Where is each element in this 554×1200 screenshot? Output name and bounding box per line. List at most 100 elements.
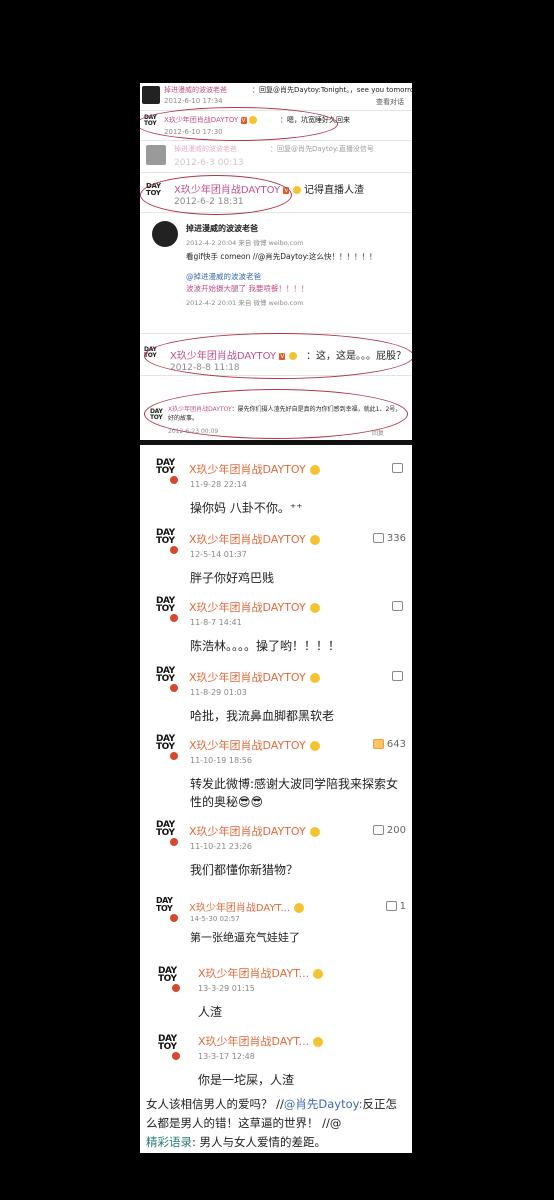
comment-list-panel: DAY TOY X玖少年团肖战DAYTOY 11-9-28 22:14 操你妈 八…: [140, 445, 412, 1153]
repost-text: 波波开始摄大腿了 我要喷餐！！！！: [186, 284, 309, 293]
archive-row: DAY TOY X玖少年团肖战DAYTOY V ：嗯，坑宽睡好久回来 2012-6…: [140, 111, 412, 139]
comment-item: DAY TOY X玖少年团肖战DAYT... 13-3-29 01:15 人渣: [140, 957, 412, 1027]
like-button[interactable]: [392, 671, 406, 682]
user-name[interactable]: X玖少年团肖战DAYTOY: [189, 599, 320, 615]
comment-text: 我们都懂你新猎物？: [190, 863, 299, 877]
daytoy-avatar-icon: DAY TOY: [156, 597, 178, 622]
user-name[interactable]: X玖少年团肖战DAYT...: [198, 965, 324, 981]
comment-text: ：回复@肖先Daytoy:Tonight。，see you tomorrom: [252, 86, 412, 94]
user-name[interactable]: X玖少年团肖战DAYTOY: [189, 737, 320, 753]
timestamp: 14-5-30 02:57: [190, 915, 240, 923]
comment-text: 哈批，我流鼻血脚都黑软老: [190, 709, 335, 723]
comment-text: 你是一坨屎，人渣: [198, 1073, 295, 1087]
timestamp: 13-3-17 12:48: [198, 1052, 255, 1061]
daytoy-avatar-icon: DAY TOY: [156, 897, 178, 922]
archive-row: DAY TOY X玖少年团肖战DAYTOY：屡先你们摄人渣先好自是真的为你们感到幸…: [140, 401, 412, 437]
daytoy-avatar-icon: DAY TOY: [156, 735, 178, 760]
daytoy-avatar-icon: DAY TOY: [156, 821, 178, 846]
timestamp: 2012-6-2 18:31: [174, 197, 244, 207]
comment-text: ：嗯，坑宽睡好久回来: [280, 116, 350, 124]
thumbs-up-icon: [372, 739, 384, 749]
user-name[interactable]: 掉进漫威的波波老爸: [186, 223, 258, 234]
timestamp: 11-9-28 22:14: [190, 480, 247, 489]
like-button[interactable]: [392, 463, 406, 474]
comment-item: DAY TOY X玖少年团肖战DAYT... 13-3-17 12:48 你是一坨…: [140, 1025, 412, 1095]
archive-row: DAY TOY X玖少年团肖战DAYTOY V ：这，这是。。。屁股？ 2012-…: [140, 339, 412, 374]
comment-item: DAY TOY X玖少年团肖战DAYTOY 11-8-29 01:03 哈批，我流…: [140, 661, 412, 731]
verified-badge-icon: V: [283, 186, 290, 194]
verified-badge-icon: V: [240, 116, 247, 124]
timestamp: 2012-6-10 17:30: [164, 128, 223, 136]
like-button[interactable]: 336: [372, 533, 406, 544]
user-name[interactable]: X玖少年团肖战DAYTOY: [189, 823, 320, 839]
quote-footer: 女人该相信男人的爱吗？ //@肖先Daytoy:反正怎么都是男人的错！这草逼的世…: [140, 1095, 412, 1152]
user-name[interactable]: X玖少年团肖战DAYTOY: [189, 461, 320, 477]
user-name[interactable]: X玖少年团肖战DAYTOY: [189, 531, 320, 547]
daytoy-avatar-icon: DAY TOY: [156, 529, 178, 554]
archive-row: 掉进漫威的波波老爸 ：回复@肖先Daytoy:Tonight。，see you …: [140, 83, 412, 109]
avatar: [152, 221, 178, 247]
timestamp: 2012-6-23 00:09: [168, 428, 219, 435]
thumbs-up-icon: [372, 533, 384, 543]
emoji-icon: [288, 352, 297, 360]
comment-text: 胖子你好鸡巴贱: [190, 571, 275, 585]
user-name[interactable]: X玖少年团肖战DAYTOY V: [164, 115, 257, 125]
like-button[interactable]: 643: [372, 739, 406, 750]
timestamp: 12-5-14 01:37: [190, 550, 247, 559]
verified-badge-icon: V: [279, 352, 286, 360]
user-name[interactable]: 掉进漫威的波波老爸: [174, 144, 237, 154]
avatar: [142, 86, 160, 104]
reply-link[interactable]: 回复: [372, 428, 384, 437]
like-button[interactable]: [392, 601, 406, 612]
thumbs-up-icon: [392, 601, 403, 611]
comment-text: 人渣: [198, 1005, 223, 1019]
comment-text: 转发此微博:感谢大波同学陪我来探索女性的奥秘😎😎: [190, 777, 399, 809]
like-button[interactable]: 1: [385, 901, 406, 912]
view-conversation-link[interactable]: 查看对话: [376, 97, 404, 107]
tag-label[interactable]: 精彩语录: [146, 1135, 192, 1149]
user-name[interactable]: X玖少年团肖战DAYT...: [198, 1033, 324, 1049]
comment-item: DAY TOY X玖少年团肖战DAYTOY 12-5-14 01:37 胖子你好鸡…: [140, 523, 412, 593]
repost-user-link[interactable]: @掉进漫威的波波老爸: [186, 271, 261, 282]
comment-text: ：回复@肖先Daytoy:直播没信号: [270, 145, 374, 153]
timestamp: 2012-4-2 20:04 来自 微博 weibo.com: [186, 239, 304, 247]
timestamp: 2012-6-3 00:13: [174, 158, 244, 168]
archive-row: 掉进漫威的波波老爸 ：回复@肖先Daytoy:直播没信号 2012-6-3 00…: [140, 141, 412, 171]
comment-item: DAY TOY X玖少年团肖战DAYT... 14-5-30 02:57 第一张绝…: [140, 891, 412, 961]
footer-text: 女人该相信男人的爱吗？ //: [146, 1097, 284, 1111]
user-name[interactable]: X玖少年团肖战DAYTOY: [189, 669, 320, 685]
timestamp: 13-3-29 01:15: [198, 984, 255, 993]
daytoy-logo: DAY TOY: [144, 114, 157, 127]
timestamp: 11-8-7 14:41: [190, 618, 242, 627]
timestamp: 11-8-29 01:03: [190, 688, 247, 697]
comment-text: 记得直播人渣: [304, 185, 364, 196]
comment-item: DAY TOY X玖少年团肖战DAYTOY 11-10-19 18:56 转发此微…: [140, 729, 412, 813]
like-button[interactable]: 200: [372, 825, 406, 836]
comment-text: X玖少年团肖战DAYTOY：屡先你们摄人渣先好自是真的为你们感到幸福，就此1、2…: [168, 406, 402, 422]
daytoy-logo: DAY TOY: [144, 346, 157, 359]
timestamp: 2012-8-8 11:18: [170, 363, 240, 373]
user-name[interactable]: X玖少年团肖战DAYTOY V: [170, 347, 297, 362]
comment-item: DAY TOY X玖少年团肖战DAYTOY 11-10-21 23:26 我们都懂…: [140, 815, 412, 885]
comment-item: DAY TOY X玖少年团肖战DAYTOY 11-9-28 22:14 操你妈 八…: [140, 453, 412, 523]
timestamp: 2012-6-10 17:34: [164, 97, 223, 105]
avatar: [146, 145, 166, 165]
comment-text: ：这，这是。。。屁股？: [306, 351, 406, 362]
comment-item: DAY TOY X玖少年团肖战DAYTOY 11-8-7 14:41 陈浩林。。。…: [140, 591, 412, 661]
comment-text: 第一张绝逼充气娃娃了: [190, 931, 300, 944]
emoji-icon: [248, 116, 257, 124]
thumbs-up-icon: [372, 825, 384, 835]
user-name[interactable]: X玖少年团肖战DAYT...: [189, 899, 305, 914]
emoji-icon: [292, 186, 301, 194]
user-name[interactable]: X玖少年团肖战DAYTOY V: [174, 181, 301, 196]
daytoy-avatar-icon: DAY TOY: [158, 1035, 180, 1060]
mention-link[interactable]: @肖先Daytoy:: [284, 1097, 363, 1111]
daytoy-avatar-icon: DAY TOY: [156, 459, 178, 484]
footer-text: : 男人与女人爱情的差距。: [192, 1135, 327, 1149]
user-name[interactable]: 掉进漫威的波波老爸: [164, 85, 227, 95]
timestamp: 2012-4-2 20:01 来自 微博 weibo.com: [186, 299, 304, 307]
daytoy-avatar-icon: DAY TOY: [156, 667, 178, 692]
daytoy-avatar-icon: DAY TOY: [158, 967, 180, 992]
user-name[interactable]: X玖少年团肖战DAYTOY: [168, 406, 232, 413]
archive-panel: 掉进漫威的波波老爸 ：回复@肖先Daytoy:Tonight。，see you …: [140, 83, 412, 440]
